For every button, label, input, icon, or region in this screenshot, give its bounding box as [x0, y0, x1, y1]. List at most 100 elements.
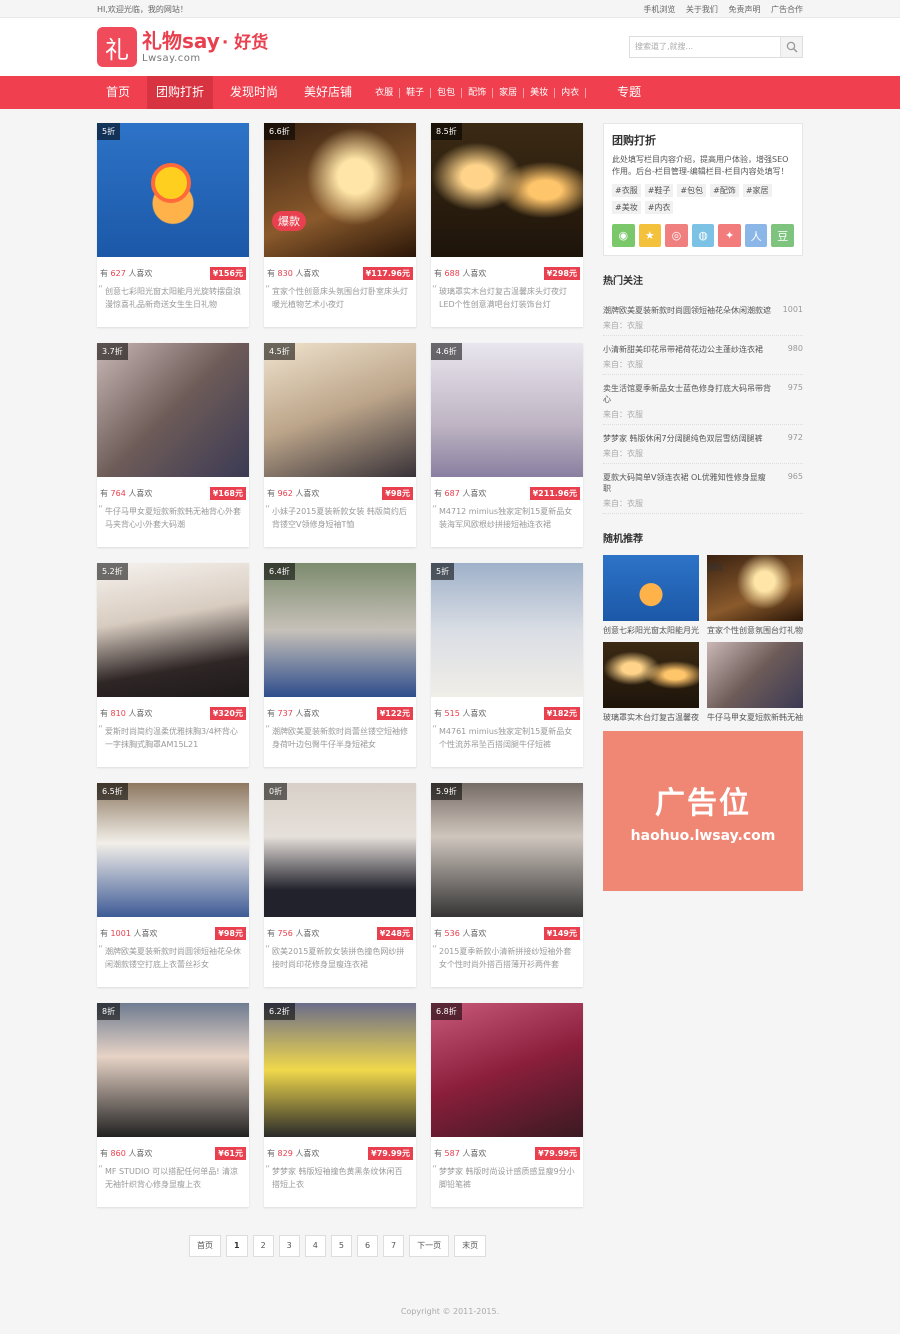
hot-item[interactable]: 潮牌欧美夏装新款时尚圆领短袖花朵休闲潮款遮 1001 来自：衣服 — [603, 297, 803, 336]
product-card[interactable]: 5折有 627 人喜欢 ¥156元创意七彩阳光窗太阳能月光旋转摆盘浪漫惊喜礼品新奇… — [97, 123, 249, 327]
hot-item-title[interactable]: 卖生活馆夏季新品女士蓝色修身打底大码吊带背心 — [603, 383, 773, 405]
nav-group-buy[interactable]: 团购打折 — [147, 76, 214, 109]
product-title[interactable]: M4712 mimius独家定制15夏新品女装海军风欧根纱拼接短袖连衣裙 — [431, 500, 583, 544]
product-title[interactable]: 小妹子2015夏装新款女装 韩版简约后背镂空V领修身短袖T恤 — [264, 500, 416, 544]
product-image[interactable]: 6.4折 — [264, 563, 416, 697]
tag-link[interactable]: #衣服 — [612, 184, 641, 197]
product-title[interactable]: 2015夏季新款小清新拼接纱短袖外套女个性时尚外搭百搭薄开衫两件套 — [431, 940, 583, 984]
nav-sub-bags[interactable]: 包包 — [431, 87, 463, 98]
nav-sub-underwear[interactable]: 内衣 — [555, 87, 587, 98]
product-image[interactable]: 5.9折 — [431, 783, 583, 917]
top-link-ads[interactable]: 广告合作 — [771, 5, 803, 14]
random-item-image[interactable] — [603, 642, 699, 708]
product-title[interactable]: 梦梦家 韩版时尚设计感质感显瘦9分小脚铅笔裤 — [431, 1160, 583, 1204]
nav-topics[interactable]: 专题 — [608, 76, 650, 109]
renren-icon[interactable]: 人 — [744, 224, 768, 247]
hot-item[interactable]: 夏款大码简单V领连衣裙 OL优雅知性修身显瘦职 965 来自：衣服 — [603, 464, 803, 514]
product-card[interactable]: 6.6折爆款有 830 人喜欢 ¥117.96元宜家个性创意床头氛围台灯卧室床头灯… — [264, 123, 416, 327]
tag-link[interactable]: #配饰 — [710, 184, 739, 197]
top-link-about[interactable]: 关于我们 — [686, 5, 718, 14]
douban-icon[interactable]: 豆 — [771, 224, 795, 247]
page-link[interactable]: 末页 — [454, 1235, 487, 1257]
random-item-image[interactable] — [707, 642, 803, 708]
top-link-disclaimer[interactable]: 免责声明 — [728, 5, 760, 14]
page-link[interactable]: 1 — [226, 1235, 248, 1257]
product-title[interactable]: MF STUDIO 可以搭配任何单品! 清凉无袖针织背心修身显瘦上衣 — [97, 1160, 249, 1204]
product-title[interactable]: 欧美2015夏新款女装拼色撞色网纱拼接时尚印花修身显瘦连衣裙 — [264, 940, 416, 984]
random-item-caption[interactable]: 创意七彩阳光窗太阳能月光 — [603, 625, 699, 636]
nav-shops[interactable]: 美好店铺 — [295, 76, 361, 109]
nav-sub-clothes[interactable]: 衣服 — [369, 87, 401, 98]
hot-item-title[interactable]: 夏款大码简单V领连衣裙 OL优雅知性修身显瘦职 — [603, 472, 773, 494]
ad-banner[interactable]: 广告位 haohuo.lwsay.com — [603, 731, 803, 891]
search-button[interactable] — [780, 37, 802, 57]
product-card[interactable]: 5.2折有 810 人喜欢 ¥320元爱斯时尚简约温柔优雅抹胸3/4杯背心一字抹胸… — [97, 563, 249, 767]
weibo-icon[interactable]: ◎ — [665, 224, 688, 247]
tag-link[interactable]: #美妆 — [612, 201, 641, 214]
tag-link[interactable]: #家居 — [742, 184, 772, 197]
random-item[interactable]: 爆款宜家个性创意氛围台灯礼物 — [707, 555, 803, 636]
product-card[interactable]: 6.4折有 737 人喜欢 ¥122元潮牌欧美夏装新款时尚蕾丝镂空短袖修身荷叶边包… — [264, 563, 416, 767]
product-image[interactable]: 6.2折 — [264, 1003, 416, 1137]
random-item-caption[interactable]: 玻璃罩实木台灯复古温馨夜 — [603, 712, 699, 723]
product-title[interactable]: 潮牌欧美夏装新款时尚圆领短袖花朵休闲潮款镂空打底上衣蕾丝衫女 — [97, 940, 249, 984]
nav-fashion[interactable]: 发现时尚 — [221, 76, 287, 109]
product-title[interactable]: 牛仔马甲女夏短款新款韩无袖背心外套马夹背心小外套大码潮 — [97, 500, 249, 544]
product-card[interactable]: 5.9折有 536 人喜欢 ¥149元2015夏季新款小清新拼接纱短袖外套女个性时… — [431, 783, 583, 987]
product-title[interactable]: M4761 mimius独家定制15夏新品女个性流苏吊坠百搭阔腿牛仔短裤 — [431, 720, 583, 764]
product-title[interactable]: 创意七彩阳光窗太阳能月光旋转摆盘浪漫惊喜礼品新奇送女生生日礼物 — [97, 280, 249, 324]
nav-sub-home[interactable]: 家居 — [493, 87, 525, 98]
hot-item-title[interactable]: 梦梦家 韩版休闲7分阔腿纯色双层雪纺阔腿裤 — [603, 433, 773, 444]
hot-item[interactable]: 梦梦家 韩版休闲7分阔腿纯色双层雪纺阔腿裤 972 来自：衣服 — [603, 425, 803, 464]
random-item-caption[interactable]: 牛仔马甲女夏短款新韩无袖 — [707, 712, 803, 723]
page-link[interactable]: 6 — [356, 1235, 379, 1257]
product-image[interactable]: 6.6折 爆款 — [264, 123, 416, 257]
product-image[interactable]: 5折 — [97, 123, 249, 257]
nav-home[interactable]: 首页 — [97, 76, 139, 109]
site-logo[interactable]: 礼 礼物say · 好货 Lwsay.com — [97, 27, 268, 67]
product-image[interactable]: 8折 — [97, 1003, 249, 1137]
nav-sub-shoes[interactable]: 鞋子 — [400, 87, 432, 98]
product-card[interactable]: 6.5折有 1001 人喜欢 ¥98元潮牌欧美夏装新款时尚圆领短袖花朵休闲潮款镂空… — [97, 783, 249, 987]
product-title[interactable]: 潮牌欧美夏装新款时尚蕾丝镂空短袖修身荷叶边包臀牛仔半身短裙女 — [264, 720, 416, 764]
page-link[interactable]: 4 — [304, 1235, 326, 1257]
random-item[interactable]: 创意七彩阳光窗太阳能月光 — [603, 555, 699, 636]
product-card[interactable]: 6.2折有 829 人喜欢 ¥79.99元梦梦家 韩版短袖撞色黄黑条纹休闲百搭短上… — [264, 1003, 416, 1207]
random-item-image[interactable]: 爆款 — [707, 555, 803, 621]
product-card[interactable]: 5折有 515 人喜欢 ¥182元M4761 mimius独家定制15夏新品女个性… — [431, 563, 583, 767]
product-card[interactable]: 8折有 860 人喜欢 ¥61元MF STUDIO 可以搭配任何单品! 清凉无袖针… — [97, 1003, 249, 1207]
hot-item-title[interactable]: 潮牌欧美夏装新款时尚圆领短袖花朵休闲潮款遮 — [603, 305, 773, 316]
tag-link[interactable]: #包包 — [677, 184, 707, 197]
tencent-weibo-icon[interactable]: ◍ — [691, 224, 715, 247]
product-image[interactable]: 5折 — [431, 563, 583, 697]
qzone-icon[interactable]: ✦ — [718, 224, 741, 247]
random-item-caption[interactable]: 宜家个性创意氛围台灯礼物 — [707, 625, 803, 636]
hot-item[interactable]: 卖生活馆夏季新品女士蓝色修身打底大码吊带背心 975 来自：衣服 — [603, 375, 803, 425]
tag-link[interactable]: #内衣 — [644, 201, 674, 214]
random-item[interactable]: 牛仔马甲女夏短款新韩无袖 — [707, 642, 803, 723]
page-link[interactable]: 首页 — [189, 1235, 221, 1257]
product-image[interactable]: 4.5折 — [264, 343, 416, 477]
hot-item-title[interactable]: 小清新甜美印花吊带裙荷花边公主蓬纱连衣裙 — [603, 344, 773, 355]
product-card[interactable]: 4.5折有 962 人喜欢 ¥98元小妹子2015夏装新款女装 韩版简约后背镂空V… — [264, 343, 416, 547]
product-card[interactable]: 0折有 756 人喜欢 ¥248元欧美2015夏新款女装拼色撞色网纱拼接时尚印花修… — [264, 783, 416, 987]
top-link-mobile[interactable]: 手机浏览 — [643, 5, 675, 14]
product-title[interactable]: 爱斯时尚简约温柔优雅抹胸3/4杯背心一字抹胸式胸罩AM15L21 — [97, 720, 249, 764]
page-link[interactable]: 3 — [278, 1235, 300, 1257]
product-title[interactable]: 梦梦家 韩版短袖撞色黄黑条纹休闲百搭短上衣 — [264, 1160, 416, 1204]
wechat-icon[interactable]: ◉ — [612, 224, 635, 247]
product-image[interactable]: 8.5折 — [431, 123, 583, 257]
random-item-image[interactable] — [603, 555, 699, 621]
hot-item[interactable]: 小清新甜美印花吊带裙荷花边公主蓬纱连衣裙 980 来自：衣服 — [603, 336, 803, 375]
product-card[interactable]: 6.8折有 587 人喜欢 ¥79.99元梦梦家 韩版时尚设计感质感显瘦9分小脚铅… — [431, 1003, 583, 1207]
product-card[interactable]: 8.5折有 688 人喜欢 ¥298元玻璃罩实木台灯复古温馨床头灯夜灯LED个性创… — [431, 123, 583, 327]
page-link[interactable]: 5 — [330, 1235, 352, 1257]
page-link[interactable]: 2 — [252, 1235, 274, 1257]
product-image[interactable]: 6.5折 — [97, 783, 249, 917]
product-image[interactable]: 4.6折 — [431, 343, 583, 477]
page-link[interactable]: 7 — [383, 1235, 405, 1257]
product-image[interactable]: 3.7折 — [97, 343, 249, 477]
star-icon[interactable]: ★ — [638, 224, 662, 247]
product-card[interactable]: 4.6折有 687 人喜欢 ¥211.96元M4712 mimius独家定制15夏… — [431, 343, 583, 547]
page-link[interactable]: 下一页 — [409, 1235, 450, 1257]
